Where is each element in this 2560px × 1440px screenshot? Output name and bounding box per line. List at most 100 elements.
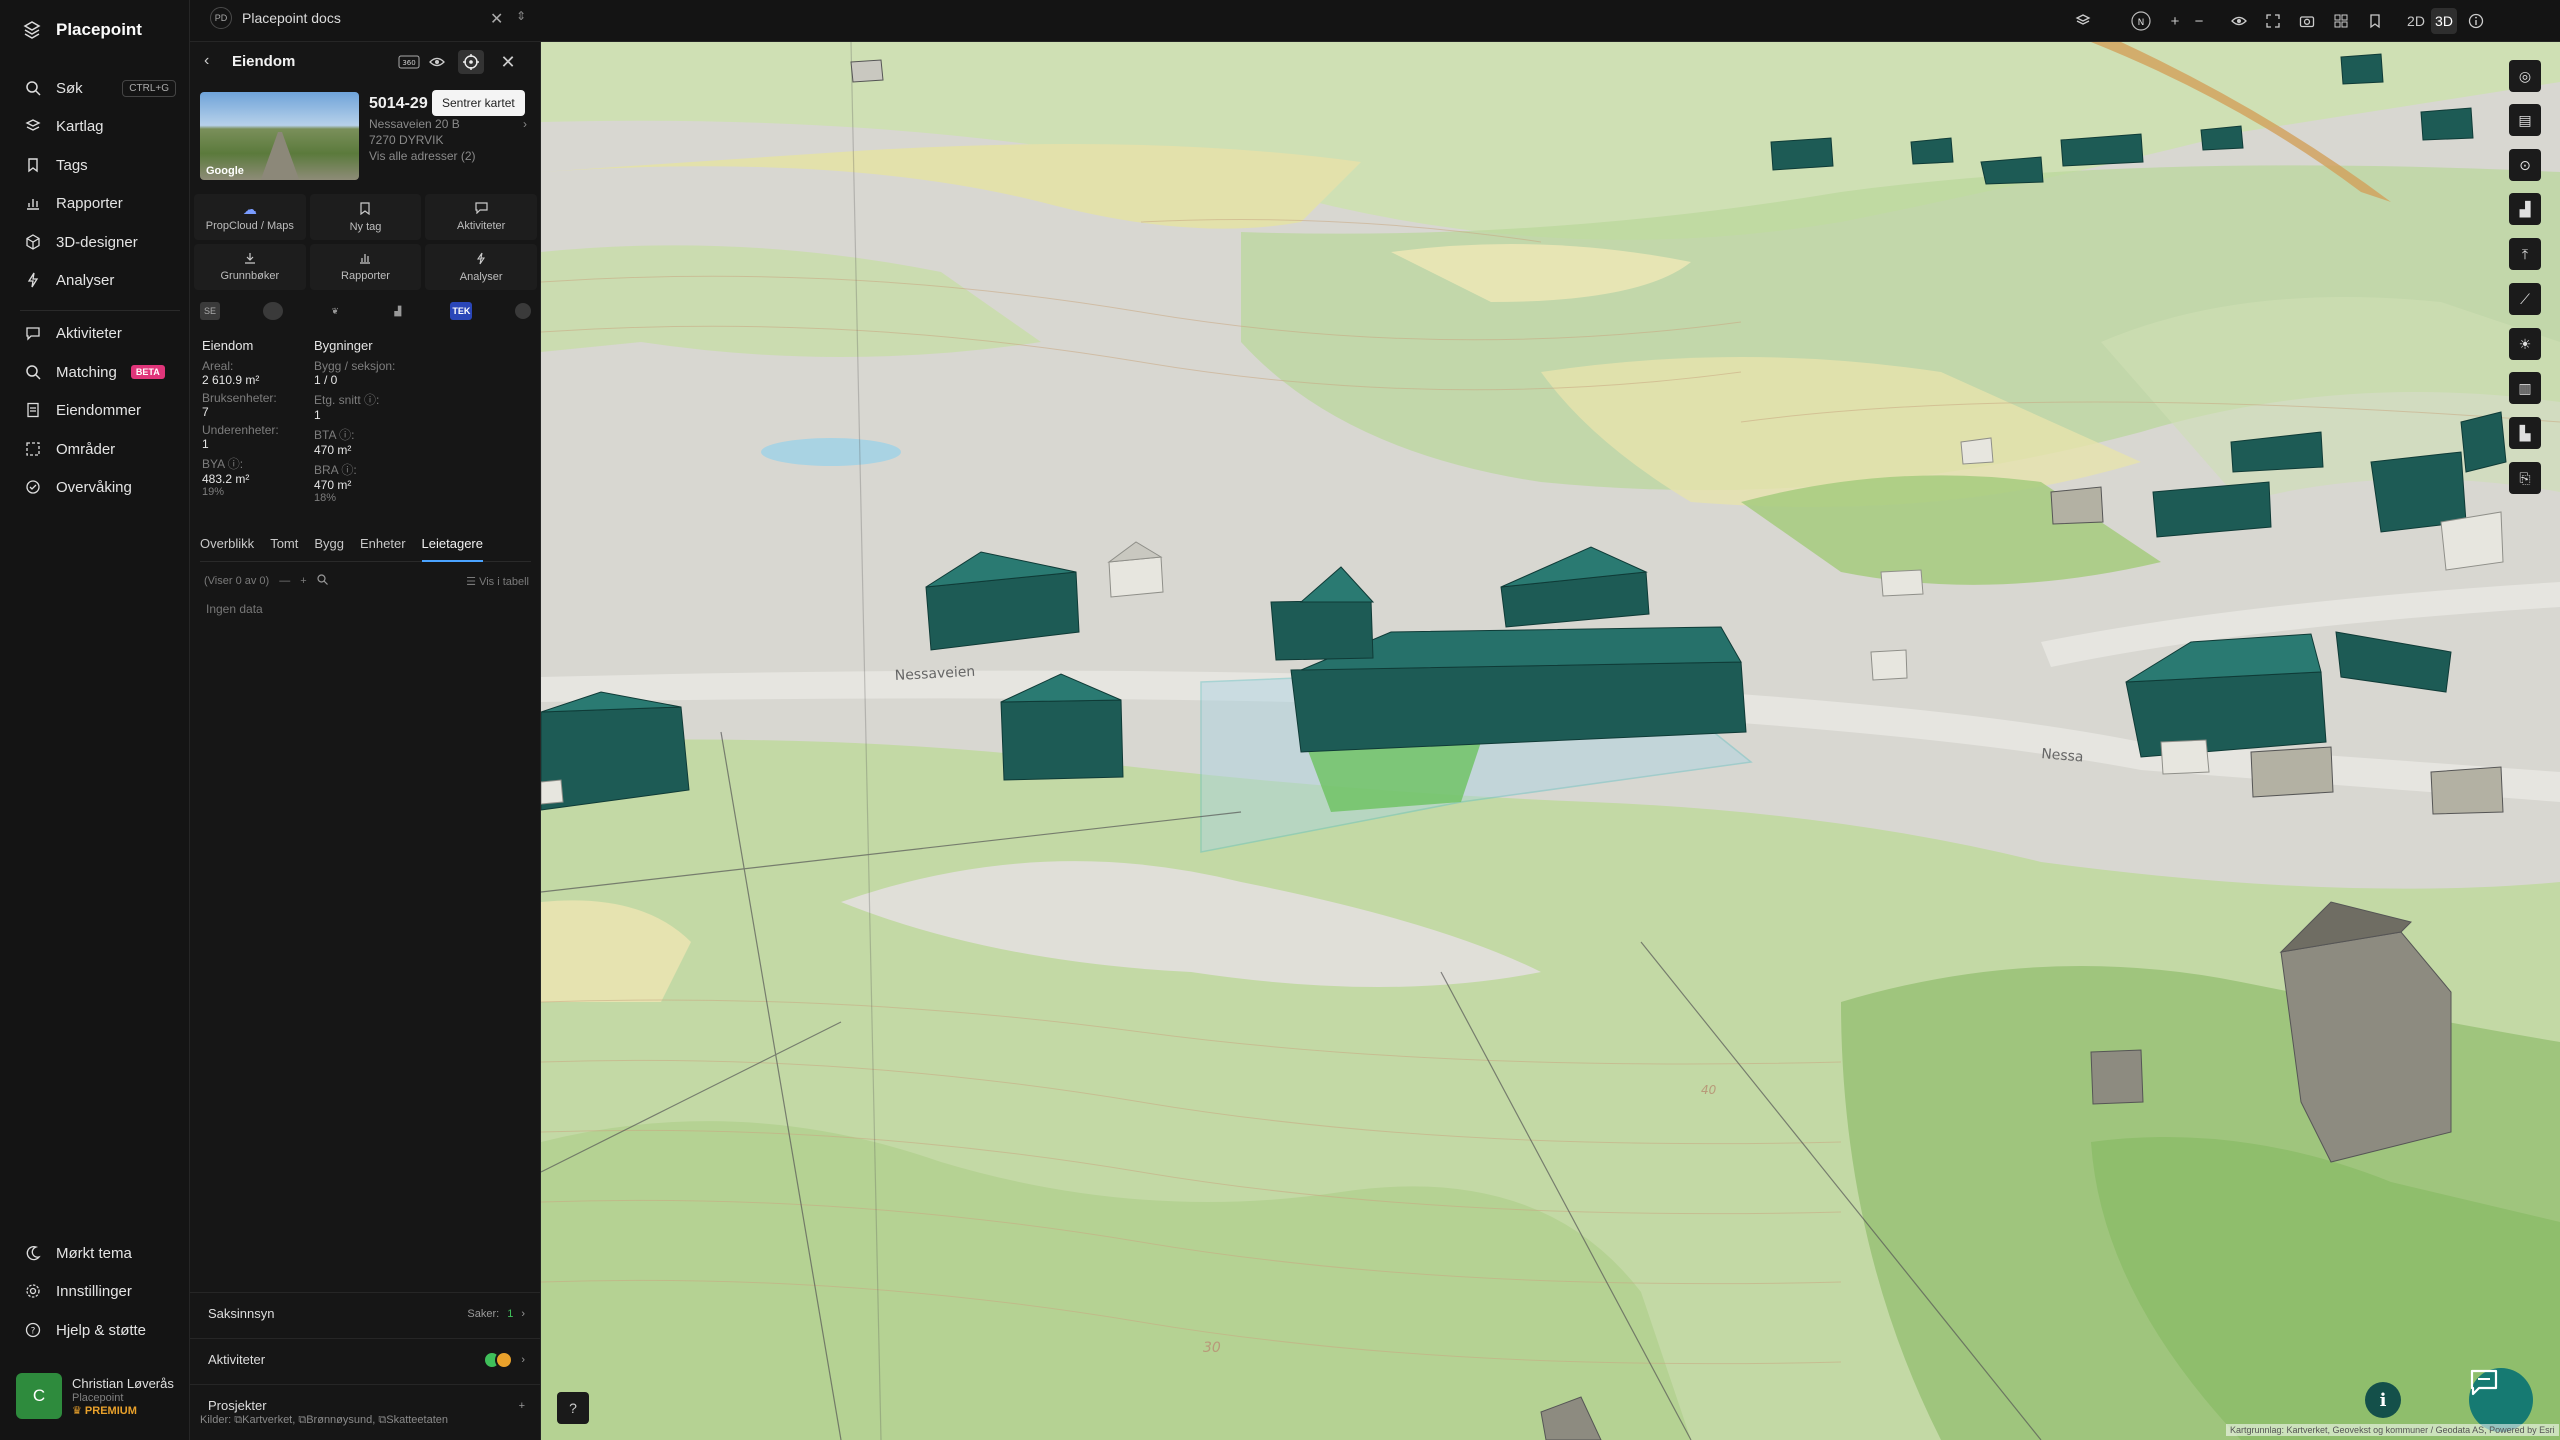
sidebar-item-matching[interactable]: Matching BETA — [24, 357, 176, 387]
building-icon[interactable]: ▥ — [2509, 372, 2541, 404]
plant-icon[interactable]: ❦ — [325, 302, 345, 320]
tab-overblikk[interactable]: Overblikk — [200, 536, 254, 562]
map-3d-view[interactable]: Nessaveien Nessa 30 40 ◎ ▤ ⊙ ▟ ⤒ ⟋ ☀ ▥ ▙… — [541, 42, 2560, 1440]
more-icon[interactable] — [514, 303, 531, 319]
view-3d-button[interactable]: 3D — [2431, 8, 2457, 34]
export-icon[interactable]: ⎘ — [2509, 462, 2541, 494]
chart-icon[interactable]: ▟ — [2509, 193, 2541, 225]
google-label: Google — [206, 165, 244, 177]
user-name: Christian Løverås — [72, 1375, 174, 1391]
center-map-button[interactable] — [458, 50, 484, 74]
view-2d-button[interactable]: 2D — [2403, 8, 2429, 34]
statistics-icon[interactable]: ▙ — [2509, 417, 2541, 449]
layer-tek-button[interactable]: TEK — [450, 302, 473, 320]
sidebar-item-eiendommer[interactable]: Eiendommer — [24, 395, 176, 425]
close-icon[interactable]: ✕ — [490, 9, 503, 29]
tab-bygg[interactable]: Bygg — [314, 536, 344, 562]
row-meta: › — [483, 1350, 525, 1369]
search-area-icon[interactable]: ⊙ — [2509, 149, 2541, 181]
view-table-button[interactable]: ☰ Vis i tabell — [466, 575, 529, 588]
fact-value: 1 / 0 — [314, 373, 338, 387]
source-link[interactable]: ⧉Skatteetaten — [378, 1414, 448, 1426]
sidebar-item-help[interactable]: ? Hjelp & støtte — [24, 1315, 176, 1345]
property-panel: ‹ Eiendom 360 ✕ Sentrer kartet Google 50… — [190, 42, 541, 1440]
shortcut-badge: CTRL+G — [122, 79, 176, 97]
sidebar-item-settings[interactable]: Innstillinger — [24, 1276, 176, 1306]
sidebar-item-3d-designer[interactable]: 3D-designer — [24, 227, 176, 257]
sidebar-item-aktiviteter[interactable]: Aktiviteter — [24, 318, 176, 348]
docs-tab[interactable]: PD Placepoint docs — [210, 7, 341, 29]
zoom-in-icon[interactable]: + — [2162, 8, 2188, 34]
property-postal: 7270 DYRVIK — [369, 133, 444, 147]
all-addresses-link[interactable]: Vis alle adresser (2) — [369, 149, 529, 163]
sidebar-item-label: 3D-designer — [56, 233, 138, 251]
map-canvas[interactable]: Nessaveien Nessa 30 40 — [541, 42, 2560, 1440]
aktiviteter-row[interactable]: Aktiviteter › — [190, 1338, 541, 1380]
tab-enheter[interactable]: Enheter — [360, 536, 406, 562]
zoom-out-icon[interactable]: − — [2186, 8, 2212, 34]
sidebar-item-omrader[interactable]: Områder — [24, 434, 176, 464]
360-view-icon[interactable]: 360 — [396, 50, 422, 74]
collapse-icon[interactable]: — — [279, 575, 290, 587]
chat-support-button[interactable] — [2469, 1368, 2533, 1432]
height-icon[interactable]: ⤒ — [2509, 238, 2541, 270]
map-layers-icon[interactable]: ◎ — [2509, 60, 2541, 92]
new-tag-button[interactable]: Ny tag — [309, 194, 422, 240]
sidebar-item-search[interactable]: Søk CTRL+G — [24, 73, 176, 103]
help-icon[interactable]: ? — [557, 1392, 589, 1424]
sidebar-item-tags[interactable]: Tags — [24, 150, 176, 180]
source-link[interactable]: ⧉Brønnøysund, — [298, 1414, 375, 1426]
sidebar-item-analyser[interactable]: Analyser — [24, 265, 176, 295]
analyses-button[interactable]: Analyser — [425, 244, 537, 290]
profile-icon[interactable]: ⟋ — [2509, 283, 2541, 315]
globe-icon[interactable] — [262, 302, 283, 320]
chevron-updown-icon[interactable]: ⇕ — [516, 9, 526, 23]
layers-3d-icon[interactable] — [2070, 8, 2096, 34]
brand-logo[interactable]: Placepoint — [22, 20, 142, 40]
layer-se-button[interactable]: SE — [200, 302, 220, 320]
search-icon[interactable] — [317, 574, 328, 588]
plan-label: PREMIUM — [84, 1404, 137, 1417]
tab-tomt[interactable]: Tomt — [270, 536, 298, 562]
activities-button[interactable]: Aktiviteter — [425, 194, 537, 240]
moon-icon — [24, 1244, 42, 1262]
info-icon[interactable] — [2463, 8, 2489, 34]
download-icon — [244, 252, 256, 266]
measure-icon[interactable]: ▤ — [2509, 104, 2541, 136]
sidebar-item-dark-theme[interactable]: Mørkt tema — [24, 1238, 176, 1268]
search-icon — [24, 79, 42, 97]
tab-bar: Overblikk Tomt Bygg Enheter Leietagere — [200, 536, 531, 562]
sun-icon[interactable]: ☀ — [2509, 328, 2541, 360]
saksinnsyn-row[interactable]: Saksinnsyn Saker: 1 › — [190, 1292, 541, 1334]
fullscreen-icon[interactable] — [2260, 8, 2286, 34]
grunnboker-button[interactable]: Grunnbøker — [194, 244, 306, 290]
cloud-icon: ☁ — [242, 201, 257, 217]
camera-icon[interactable] — [2294, 8, 2320, 34]
area-icon — [24, 440, 42, 458]
compass-icon[interactable]: N — [2128, 8, 2154, 34]
eye-icon[interactable] — [424, 50, 450, 74]
close-icon[interactable]: ✕ — [495, 50, 521, 74]
tab-leietagere[interactable]: Leietagere — [421, 536, 483, 562]
chevron-right-icon: › — [521, 1307, 525, 1320]
user-org: Placepoint — [72, 1391, 124, 1404]
street-view-thumbnail[interactable]: Google — [200, 92, 359, 180]
chevron-left-icon[interactable]: ‹ — [204, 52, 209, 70]
bookmark-icon[interactable] — [2362, 8, 2388, 34]
sidebar-item-rapporter[interactable]: Rapporter — [24, 188, 176, 218]
sidebar-item-kartlag[interactable]: Kartlag — [24, 111, 176, 141]
propcloud-button[interactable]: ☁ PropCloud / Maps — [194, 194, 306, 240]
add-icon[interactable]: + — [519, 1400, 525, 1412]
reports-button[interactable]: Rapporter — [309, 244, 422, 290]
user-profile[interactable]: C Christian Løverås Placepoint ♛ PREMIUM — [16, 1370, 180, 1422]
bookmark-icon — [359, 201, 371, 217]
sidebar-item-overvaking[interactable]: Overvåking — [24, 472, 176, 502]
eye-icon[interactable] — [2226, 8, 2252, 34]
action-label: Ny tag — [349, 220, 382, 233]
info-icon[interactable]: i — [2365, 1382, 2401, 1418]
placepoint-logo-icon — [23, 21, 41, 39]
source-link[interactable]: ⧉Kartverket, — [234, 1414, 295, 1426]
add-icon[interactable]: + — [300, 575, 306, 587]
grid-icon[interactable] — [2328, 8, 2354, 34]
chart-steps-icon[interactable]: ▟ — [388, 302, 408, 320]
